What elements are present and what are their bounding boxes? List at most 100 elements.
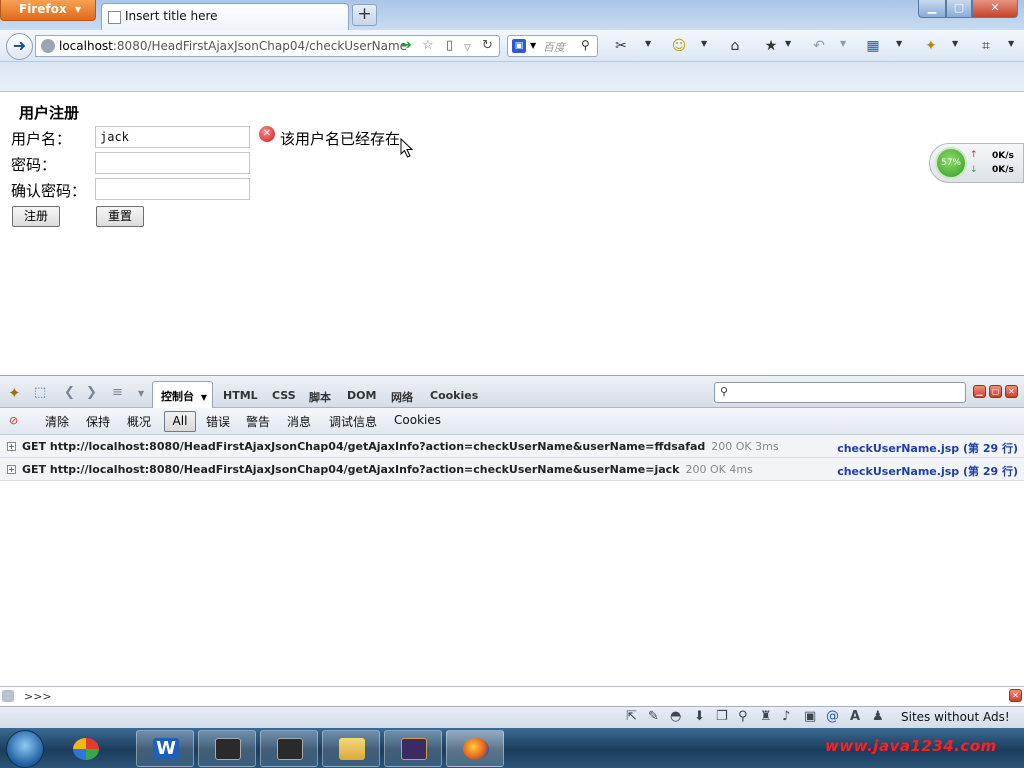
window-minimize-button[interactable]: ▁ bbox=[918, 0, 946, 18]
firebug-search-input[interactable]: ⚲ bbox=[714, 382, 966, 403]
undo-dropdown-icon[interactable]: ▼ bbox=[840, 39, 846, 48]
tab-css[interactable]: CSS bbox=[272, 389, 296, 402]
tab-console[interactable]: 控制台 ▼ bbox=[152, 381, 213, 408]
reload-icon[interactable]: ↻ bbox=[482, 39, 493, 53]
register-button[interactable]: 注册 bbox=[12, 206, 60, 227]
page-content: 用户注册 用户名： ✕ 该用户名已经存在 密码： 确认密码： 注册 重置 bbox=[0, 92, 1024, 375]
password-field[interactable] bbox=[95, 152, 250, 174]
search-bar[interactable]: ▣ ▼ 百度 ⚲ bbox=[507, 35, 598, 57]
expand-icon[interactable]: + bbox=[7, 442, 16, 451]
star-icon[interactable]: ☆ bbox=[422, 39, 434, 53]
zoom-icon[interactable]: ⚲ bbox=[738, 709, 748, 724]
tab-dom[interactable]: DOM bbox=[347, 389, 376, 402]
sync-icon[interactable]: ▣ bbox=[804, 709, 816, 724]
firebug-dropdown-icon[interactable]: ▼ bbox=[952, 39, 958, 48]
username-label: 用户名： bbox=[11, 130, 72, 148]
firefox-icon bbox=[463, 738, 489, 760]
windows-icon[interactable]: ❐ bbox=[716, 709, 728, 724]
new-tab-button[interactable]: + bbox=[352, 4, 377, 26]
console-options-icon[interactable]: ≡ bbox=[112, 385, 123, 400]
page-favicon-icon bbox=[108, 11, 121, 24]
download-icon[interactable]: ⬇ bbox=[694, 709, 705, 724]
panel-dropdown-icon[interactable]: ▼ bbox=[138, 389, 144, 398]
filter-all-button[interactable]: All bbox=[164, 411, 196, 432]
start-button[interactable] bbox=[6, 730, 44, 768]
apps-dropdown-icon[interactable]: ▼ bbox=[896, 39, 902, 48]
taskbar-app-wps[interactable]: W bbox=[136, 730, 194, 767]
bookmarks-toolbar bbox=[0, 62, 1024, 92]
inspect-element-icon[interactable]: ⬚ bbox=[34, 385, 46, 400]
tab-net[interactable]: 网络 bbox=[391, 389, 413, 405]
firefox-menu-button[interactable]: Firefox ▼ bbox=[0, 0, 96, 21]
firebug-icon[interactable]: ✦ bbox=[922, 37, 940, 55]
apps-grid-icon[interactable]: ▦ bbox=[864, 37, 882, 55]
profile-button[interactable]: 概况 bbox=[127, 413, 151, 430]
go-arrow-icon[interactable]: ➔ bbox=[401, 39, 412, 53]
nav-forward-icon[interactable]: ❯ bbox=[86, 385, 97, 400]
screenshot-dropdown-icon[interactable]: ▼ bbox=[645, 39, 651, 48]
search-engine-dropdown-icon[interactable]: ▼ bbox=[530, 41, 536, 50]
filter-warnings-button[interactable]: 警告 bbox=[246, 413, 270, 430]
taskbar-app-firefox[interactable] bbox=[446, 730, 504, 767]
history-dropdown-icon[interactable]: ▽ bbox=[464, 41, 471, 55]
browser-tab[interactable]: Insert title here bbox=[101, 3, 349, 30]
console-command-line[interactable] bbox=[0, 686, 1024, 706]
watermark-text: www.java1234.com bbox=[825, 737, 997, 755]
at-icon[interactable]: @ bbox=[826, 709, 839, 724]
tab-script[interactable]: 脚本 bbox=[309, 389, 331, 405]
taskbar-app-eclipse[interactable] bbox=[384, 730, 442, 767]
phone-icon[interactable]: ▯ bbox=[446, 39, 453, 53]
console-request-row[interactable]: + GET http://localhost:8080/HeadFirstAja… bbox=[0, 435, 1024, 458]
username-field[interactable] bbox=[95, 126, 250, 148]
home-icon[interactable]: ⌂ bbox=[726, 37, 744, 55]
firebug-minimize-button[interactable]: ▁ bbox=[973, 385, 986, 398]
taskbar-app-terminal[interactable] bbox=[198, 730, 256, 767]
user-icon[interactable]: ♟ bbox=[872, 709, 884, 724]
confirm-password-field[interactable] bbox=[95, 178, 250, 200]
command-line-close-button[interactable]: ✕ bbox=[1009, 689, 1022, 702]
url-bar[interactable]: localhost:8080/HeadFirstAjaxJsonChap04/c… bbox=[35, 35, 500, 57]
window-maximize-button[interactable]: ▢ bbox=[946, 0, 972, 18]
clear-console-button[interactable]: 清除 bbox=[45, 413, 69, 430]
firebug-close-button[interactable]: ✕ bbox=[1005, 385, 1018, 398]
taskbar-app-terminal-2[interactable] bbox=[260, 730, 318, 767]
bookmarks-icon[interactable]: ★ bbox=[762, 37, 780, 55]
firebug-menu-icon[interactable]: ✦ bbox=[8, 384, 21, 402]
taskbar-app-explorer[interactable] bbox=[322, 730, 380, 767]
tools-icon[interactable]: ✎ bbox=[648, 709, 659, 724]
crop-icon[interactable]: ⌗ bbox=[977, 37, 995, 55]
back-button[interactable]: ➜ bbox=[6, 33, 33, 60]
firebug-detach-button[interactable]: ▢ bbox=[989, 385, 1002, 398]
tab-html[interactable]: HTML bbox=[223, 389, 258, 402]
search-engine-icon[interactable]: ▣ bbox=[512, 39, 526, 53]
network-monitor-widget[interactable]: 57% ↑ ↓ 0K/s 0K/s bbox=[929, 143, 1024, 183]
screenshot-icon[interactable]: ✂ bbox=[612, 37, 630, 55]
reset-button[interactable]: 重置 bbox=[96, 206, 144, 227]
filter-errors-button[interactable]: 错误 bbox=[206, 413, 230, 430]
speaker-icon[interactable]: ♪ bbox=[782, 709, 790, 724]
nav-back-icon[interactable]: ❮ bbox=[64, 385, 75, 400]
command-editor-toggle-icon[interactable] bbox=[2, 690, 14, 702]
tab-cookies[interactable]: Cookies bbox=[430, 389, 478, 402]
taskbar-app-colorful[interactable] bbox=[56, 730, 114, 767]
addon-smiley-icon[interactable]: ☺ bbox=[670, 37, 688, 55]
filter-debug-button[interactable]: 调试信息 bbox=[329, 413, 377, 430]
addon-dropdown-icon[interactable]: ▼ bbox=[701, 39, 707, 48]
mask-icon[interactable]: ◓ bbox=[670, 709, 681, 724]
share-icon[interactable]: ⇱ bbox=[626, 709, 637, 724]
filter-info-button[interactable]: 消息 bbox=[287, 413, 311, 430]
expand-icon[interactable]: + bbox=[7, 465, 16, 474]
undo-icon[interactable]: ↶ bbox=[810, 37, 828, 55]
request-source-link[interactable]: checkUserName.jsp (第 29 行) bbox=[837, 463, 1018, 479]
bookmarks-dropdown-icon[interactable]: ▼ bbox=[785, 39, 791, 48]
persist-button[interactable]: 保持 bbox=[86, 413, 110, 430]
console-request-row[interactable]: + GET http://localhost:8080/HeadFirstAja… bbox=[0, 458, 1024, 481]
window-close-button[interactable]: ✕ bbox=[972, 0, 1018, 18]
break-on-error-icon[interactable]: ⊘ bbox=[9, 414, 23, 428]
shirt-icon[interactable]: ♜ bbox=[760, 709, 772, 724]
request-source-link[interactable]: checkUserName.jsp (第 29 行) bbox=[837, 440, 1018, 456]
font-icon[interactable]: A bbox=[850, 709, 860, 724]
filter-cookies-button[interactable]: Cookies bbox=[394, 413, 441, 427]
search-icon[interactable]: ⚲ bbox=[581, 38, 590, 52]
crop-dropdown-icon[interactable]: ▼ bbox=[1008, 39, 1014, 48]
